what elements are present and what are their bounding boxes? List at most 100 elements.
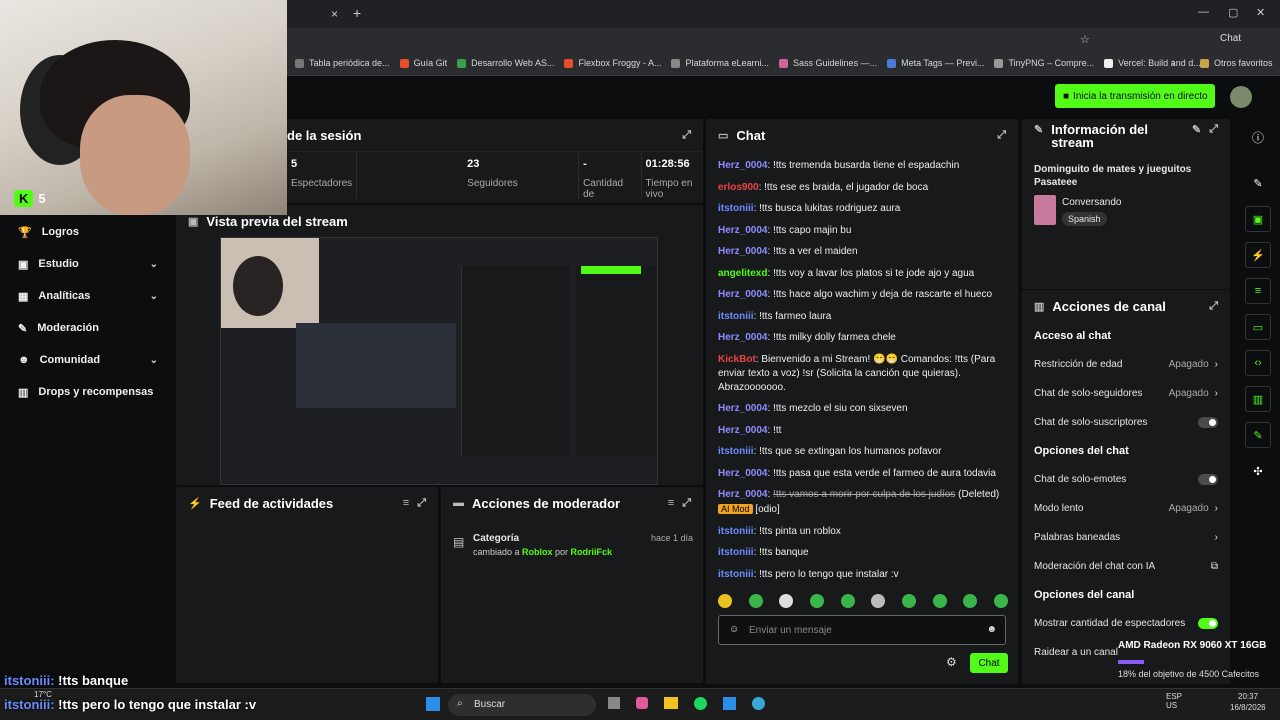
emote-icon[interactable] [963, 594, 978, 608]
chat-username[interactable]: Herz_0004 [718, 489, 767, 500]
chat-username[interactable]: Herz_0004 [718, 468, 767, 479]
chat-icon[interactable]: ▭ [1245, 314, 1271, 340]
chat-username[interactable]: Herz_0004 [718, 246, 767, 257]
popout-icon[interactable]: ⤢ [1209, 300, 1218, 313]
emote-icon[interactable] [779, 594, 794, 608]
popout-icon[interactable]: ⤢ [417, 497, 426, 510]
chat-username[interactable]: Herz_0004 [718, 225, 767, 236]
bolt-icon[interactable]: ⚡ [1245, 242, 1271, 268]
layout-icon[interactable]: ▣ [1245, 206, 1271, 232]
popout-icon[interactable]: ⤢ [1209, 123, 1218, 136]
extensions-icon[interactable]: ✣ [1245, 458, 1271, 484]
emote-icon[interactable] [871, 594, 886, 608]
chrome-icon[interactable] [752, 697, 765, 710]
chat-message: itstoniii: !tts pero lo tengo que instal… [718, 568, 1008, 582]
emote-icon[interactable] [718, 594, 732, 608]
popout-icon[interactable]: ⤢ [682, 497, 691, 510]
wrench-icon[interactable]: ✎ [1245, 422, 1271, 448]
spotify-icon[interactable] [694, 697, 707, 710]
setting-subscribers-only[interactable]: Chat de solo-suscriptores [1022, 408, 1230, 437]
chat-username[interactable]: Herz_0004 [718, 160, 767, 171]
taskbar-search[interactable]: ⌕ Buscar [448, 694, 596, 716]
folder-icon[interactable] [664, 697, 678, 709]
popout-icon[interactable]: ⤢ [682, 129, 691, 142]
edit-icon[interactable]: ✎ [1192, 123, 1201, 136]
new-tab-button[interactable]: + [353, 5, 361, 21]
chat-message: itstoniii: !tts pinta un roblox [718, 525, 1008, 539]
chat-username[interactable]: KickBot [718, 354, 756, 365]
code-icon[interactable]: ‹› [1245, 350, 1271, 376]
bookmark-item[interactable]: Flexbox Froggy - A... [564, 58, 661, 68]
setting-age-restriction[interactable]: Restricción de edad Apagado › [1022, 350, 1230, 379]
close-window-button[interactable]: ✕ [1256, 6, 1265, 19]
emote-icon[interactable] [840, 594, 855, 608]
other-bookmarks[interactable]: Otros favoritos [1200, 58, 1273, 68]
chat-username[interactable]: itstoniii [718, 569, 754, 580]
filter-icon[interactable]: ≡ [668, 497, 674, 509]
chat-username[interactable]: Herz_0004 [718, 289, 767, 300]
sidebar-item-logros[interactable]: 🏆 Logros [0, 216, 176, 248]
bookmark-item[interactable]: Tabla periódica de... [295, 58, 390, 68]
windows-start-icon[interactable] [426, 697, 440, 711]
chat-message-input[interactable]: ☺ Enviar un mensaje ☻ [718, 615, 1006, 645]
chat-username[interactable]: angelitexd [718, 268, 767, 279]
chat-username[interactable]: itstoniii [718, 526, 754, 537]
gear-icon[interactable]: ⚙ [946, 655, 957, 669]
setting-emotes-only[interactable]: Chat de solo-emotes [1022, 465, 1230, 494]
maximize-button[interactable]: ▢ [1228, 6, 1238, 19]
emote-icon[interactable] [901, 594, 916, 608]
taskbar-app-icon[interactable] [636, 697, 648, 709]
chat-username[interactable]: Herz_0004 [718, 332, 767, 343]
bookmark-item[interactable]: Meta Tags — Previ... [887, 58, 984, 68]
setting-banned-words[interactable]: Palabras baneadas › [1022, 523, 1230, 552]
user-avatar[interactable] [1230, 86, 1252, 108]
chat-username[interactable]: itstoniii [718, 547, 754, 558]
language-indicator[interactable]: ESP US [1166, 692, 1186, 710]
emote-picker-icon[interactable]: ☺ [729, 624, 739, 635]
sidebar-item-comunidad[interactable]: ☻ Comunidad ⌄ [0, 344, 176, 376]
emote-icon[interactable] [932, 594, 947, 608]
clock-time[interactable]: 20:37 [1238, 692, 1258, 701]
chat-username[interactable]: itstoniii [718, 311, 754, 322]
tab-close-button[interactable]: × [331, 7, 338, 21]
sidebar-item-analiticas[interactable]: ▦ Analíticas ⌄ [0, 280, 176, 312]
chat-extension-button[interactable]: Chat [1220, 33, 1241, 44]
minimize-button[interactable]: — [1198, 6, 1209, 18]
bookmark-item[interactable]: Plataforma eLearni... [671, 58, 769, 68]
chat-username[interactable]: itstoniii [718, 203, 754, 214]
smiley-icon[interactable]: ☻ [986, 624, 997, 635]
sidebar-item-moderacion[interactable]: ✎ Moderación [0, 312, 176, 344]
sidebar-item-drops[interactable]: ▥ Drops y recompensas [0, 376, 176, 408]
info-icon[interactable]: ⓘ [1236, 129, 1280, 146]
popout-icon[interactable]: ⤢ [997, 129, 1006, 142]
setting-ai-moderation[interactable]: Moderación del chat con IA ⧉ [1022, 552, 1230, 581]
setting-followers-only[interactable]: Chat de solo-seguidores Apagado › [1022, 379, 1230, 408]
emote-icon[interactable] [993, 594, 1008, 608]
go-live-button[interactable]: ■ Inicia la transmisión en directo [1055, 84, 1215, 108]
chat-username[interactable]: Herz_0004 [718, 425, 767, 436]
edit-tool-icon[interactable]: ✎ [1245, 170, 1271, 196]
stream-preview-panel: ▣ Vista previa del stream [176, 205, 703, 485]
bookmark-item[interactable]: Guía Git [399, 58, 447, 68]
chat-username[interactable]: Herz_0004 [718, 403, 767, 414]
chat-username[interactable]: itstoniii [718, 446, 754, 457]
list-icon[interactable]: ≡ [1245, 278, 1271, 304]
setting-slow-mode[interactable]: Modo lento Apagado › [1022, 494, 1230, 523]
clock-date[interactable]: 16/8/2026 [1230, 703, 1266, 712]
vscode-icon[interactable] [723, 697, 736, 710]
channel-icon[interactable]: ▥ [1245, 386, 1271, 412]
bookmark-item[interactable]: Sass Guidelines —... [779, 58, 877, 68]
taskbar-app-icon[interactable] [608, 697, 620, 709]
setting-show-viewers[interactable]: Mostrar cantidad de espectadores [1022, 609, 1230, 638]
bookmark-item[interactable]: TinyPNG – Compre... [994, 58, 1094, 68]
bookmark-item[interactable]: Desarrollo Web AS... [457, 58, 554, 68]
bookmark-star-icon[interactable]: ☆ [1080, 33, 1090, 46]
bookmarks-more-icon[interactable]: › [1172, 57, 1176, 69]
sidebar-item-estudio[interactable]: ▣ Estudio ⌄ [0, 248, 176, 280]
chat-username[interactable]: erlos900 [718, 182, 759, 193]
bookmark-item[interactable]: Vercel: Build and d... [1104, 58, 1201, 68]
emote-icon[interactable] [748, 594, 763, 608]
send-chat-button[interactable]: Chat [970, 653, 1008, 673]
filter-icon[interactable]: ≡ [403, 497, 409, 509]
emote-icon[interactable] [809, 594, 824, 608]
